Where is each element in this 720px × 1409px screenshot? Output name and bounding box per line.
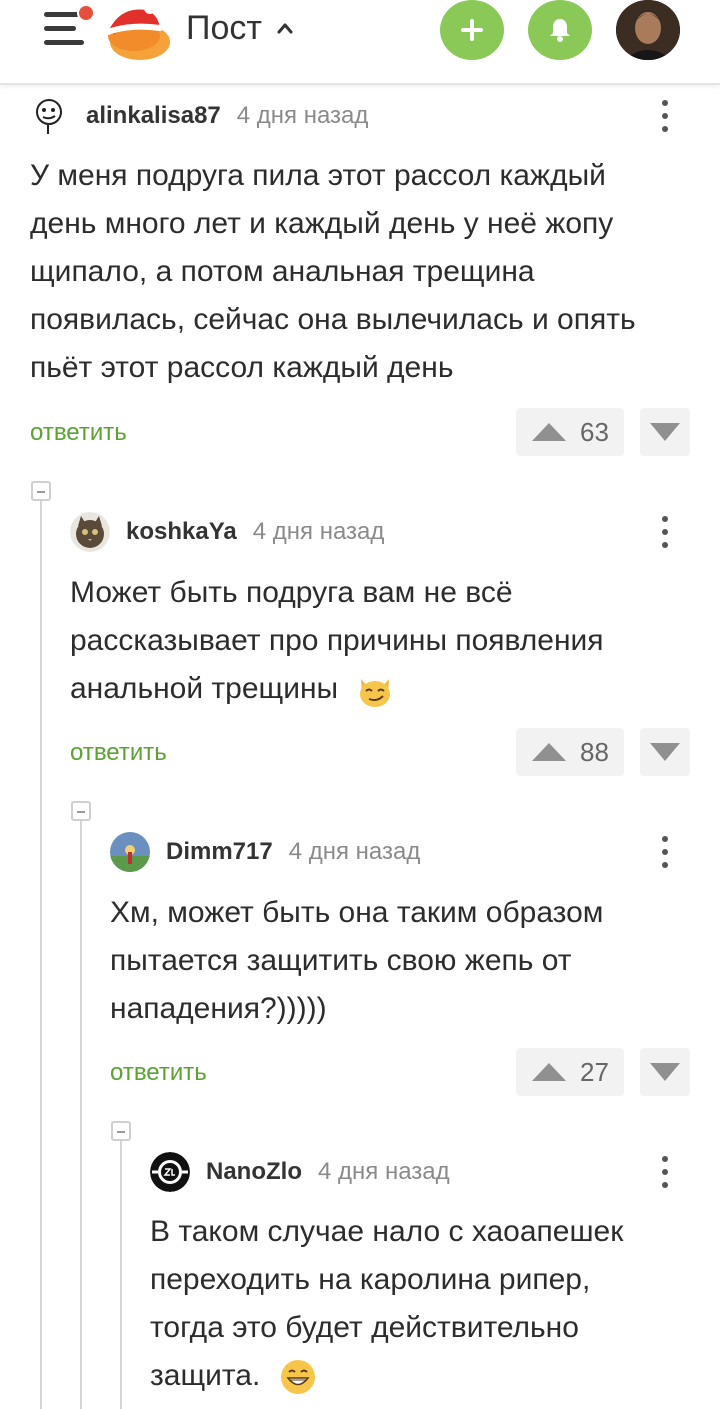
comment-time[interactable]: 4 дня назад	[253, 518, 385, 546]
arrow-up-icon	[532, 423, 566, 441]
more-options-icon[interactable]	[660, 514, 670, 550]
comment-text: Может быть подруга вам не всё рассказыва…	[70, 569, 604, 713]
rating-count: 88	[580, 737, 609, 767]
rating-control: 27	[516, 1048, 690, 1096]
comment-time[interactable]: 4 дня назад	[318, 1158, 450, 1186]
menu-button[interactable]	[44, 4, 95, 46]
page-title[interactable]: Пост	[186, 6, 294, 50]
arrow-down-icon	[650, 423, 680, 441]
downvote-button[interactable]	[640, 728, 690, 776]
avatar[interactable]	[30, 96, 70, 136]
collapse-thread-button[interactable]	[71, 801, 91, 821]
rating-control: 88	[516, 728, 690, 776]
arrow-up-icon	[532, 1063, 566, 1081]
upvote-button[interactable]: 27	[516, 1048, 624, 1096]
comment-author[interactable]: koshkaYa	[126, 518, 237, 546]
add-post-button[interactable]	[440, 0, 504, 60]
more-options-icon[interactable]	[660, 834, 670, 870]
chevron-up-icon	[277, 23, 293, 34]
thread-line[interactable]	[40, 500, 42, 1409]
comment-text: В таком случае нало с хаоапешек переходи…	[150, 1208, 623, 1400]
arrow-down-icon	[650, 743, 680, 761]
thread-line[interactable]	[80, 820, 82, 1409]
comment-time[interactable]: 4 дня назад	[237, 102, 369, 130]
plus-icon	[461, 19, 483, 41]
collapse-thread-button[interactable]	[31, 481, 51, 501]
more-options-icon[interactable]	[660, 98, 670, 134]
bell-icon	[550, 19, 570, 42]
downvote-button[interactable]	[640, 408, 690, 456]
thread-line[interactable]	[120, 1140, 122, 1409]
grinning-face-emoji	[280, 1360, 315, 1395]
comment-time[interactable]: 4 дня назад	[289, 838, 421, 866]
notifications-button[interactable]	[528, 0, 592, 60]
user-avatar[interactable]	[616, 0, 680, 60]
comment-text: Хм, может быть она таким образом пытаетс…	[110, 896, 604, 1025]
comment-text: У меня подруга пила этот рассол каждый д…	[30, 159, 636, 384]
notification-dot	[77, 4, 95, 22]
avatar[interactable]	[70, 512, 110, 552]
comment-author[interactable]: NanoZlo	[206, 1158, 302, 1186]
reply-link[interactable]: ответить	[30, 419, 127, 447]
avatar[interactable]	[110, 832, 150, 872]
comment-author[interactable]: alinkalisa87	[86, 102, 221, 130]
downvote-button[interactable]	[640, 1048, 690, 1096]
arrow-up-icon	[532, 743, 566, 761]
page-title-text: Пост	[186, 8, 262, 47]
rating-count: 63	[580, 417, 609, 447]
rating-control: 63	[516, 408, 690, 456]
more-options-icon[interactable]	[660, 1154, 670, 1190]
top-bar: Пост	[0, 0, 720, 85]
pikabu-logo[interactable]	[100, 2, 172, 64]
upvote-button[interactable]: 88	[516, 728, 624, 776]
collapse-thread-button[interactable]	[111, 1121, 131, 1141]
arrow-down-icon	[650, 1063, 680, 1081]
smirking-cat-emoji	[360, 679, 391, 708]
avatar[interactable]	[150, 1152, 190, 1192]
upvote-button[interactable]: 63	[516, 408, 624, 456]
comment-author[interactable]: Dimm717	[166, 838, 273, 866]
rating-count: 27	[580, 1057, 609, 1087]
reply-link[interactable]: ответить	[70, 739, 167, 767]
reply-link[interactable]: ответить	[110, 1059, 207, 1087]
